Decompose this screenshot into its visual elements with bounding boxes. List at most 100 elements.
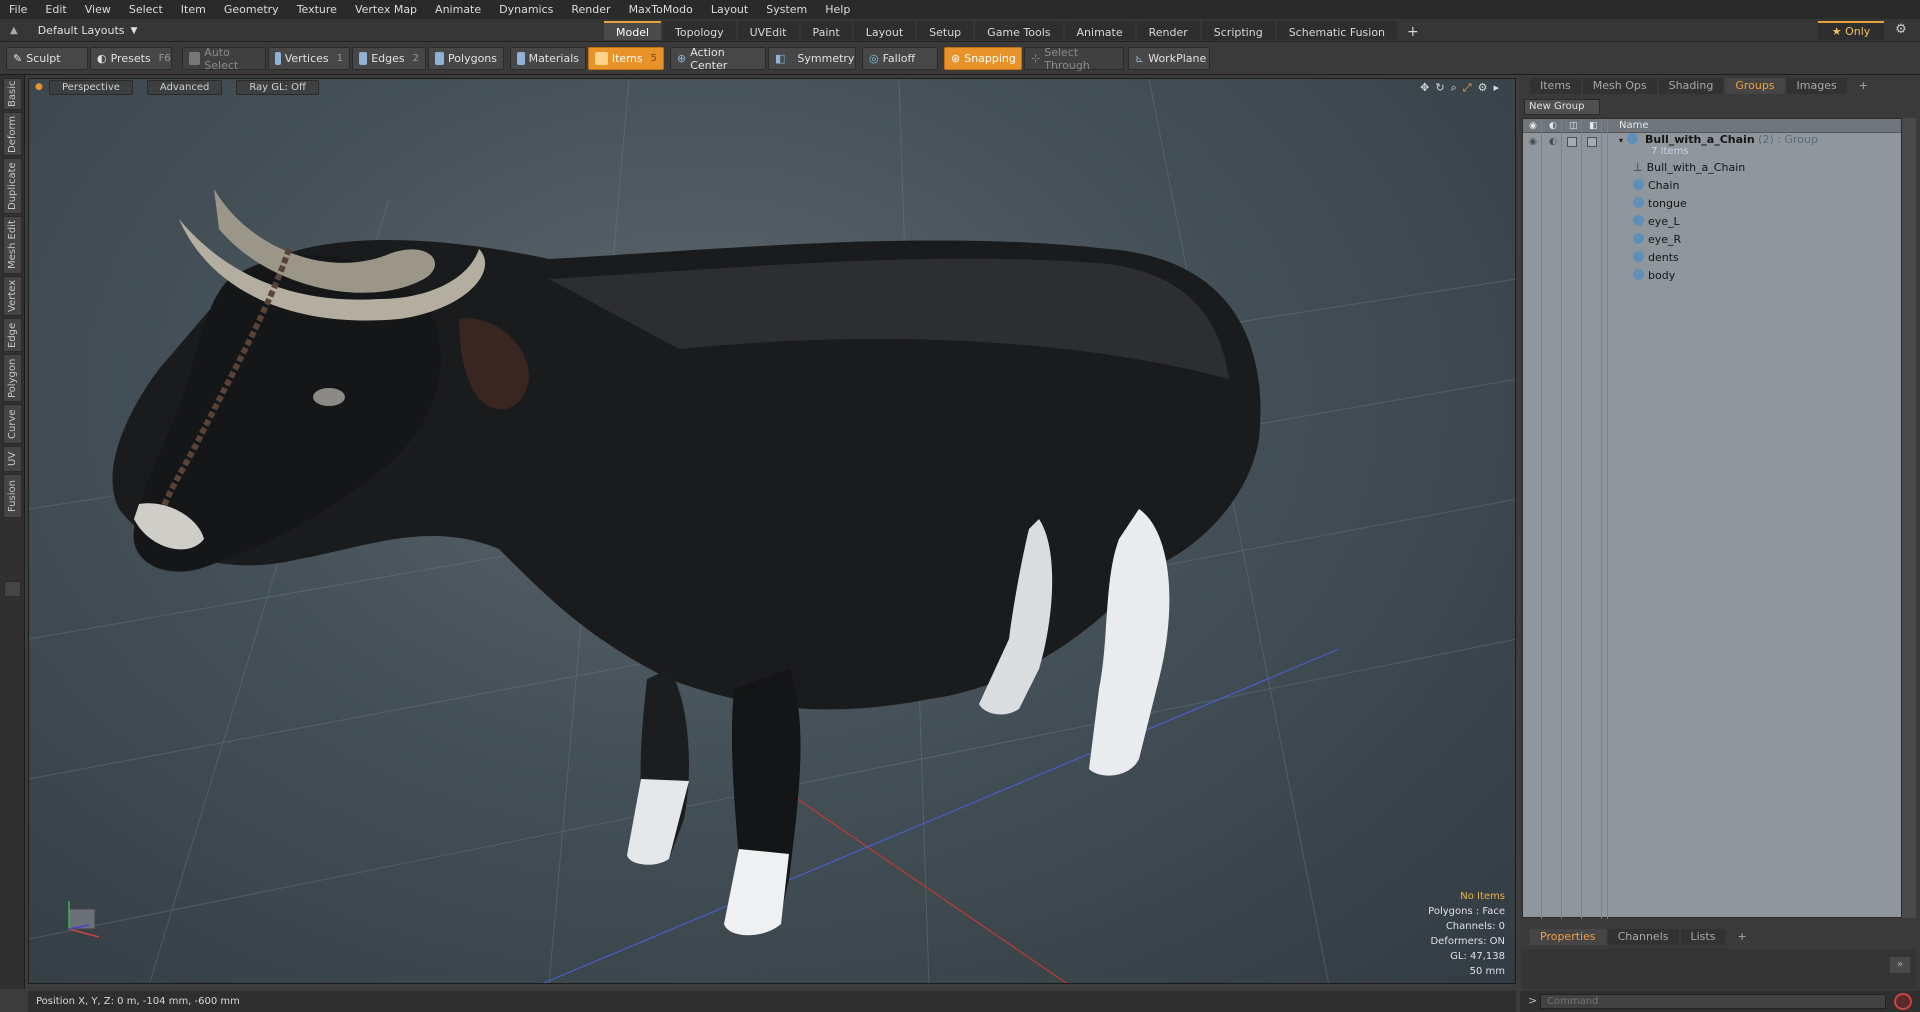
tree-scrollbar[interactable]: [1902, 118, 1916, 918]
tab-basic[interactable]: Basic: [3, 78, 22, 110]
tab-mesh-edit[interactable]: Mesh Edit: [3, 216, 22, 274]
presets-button[interactable]: ◐ Presets F6: [90, 47, 172, 70]
tab-animate[interactable]: Animate: [1064, 21, 1135, 40]
select-through-button[interactable]: ⊹ Select Through: [1024, 46, 1124, 72]
new-group-button[interactable]: New Group: [1524, 99, 1600, 115]
tab-uv[interactable]: UV: [3, 446, 22, 472]
add-panel-tab-button[interactable]: +: [1849, 78, 1878, 94]
snapping-button[interactable]: ⊛ Snapping: [944, 47, 1022, 70]
menu-help[interactable]: Help: [816, 0, 859, 19]
menu-select[interactable]: Select: [120, 0, 172, 19]
expand-arrow-icon[interactable]: ▾: [1619, 136, 1623, 145]
tab-fusion[interactable]: Fusion: [3, 474, 22, 518]
menu-animate[interactable]: Animate: [426, 0, 490, 19]
snapping-label: Snapping: [964, 52, 1016, 65]
tree-row-group[interactable]: ◉ ◐ ▾ Bull_with_a_Chain (2) : Group 7 It…: [1523, 133, 1901, 159]
view-perspective-dropdown[interactable]: Perspective: [49, 79, 133, 95]
tab-groups[interactable]: Groups: [1725, 78, 1785, 94]
viewport-gear-icon[interactable]: ⚙: [1478, 81, 1488, 95]
menu-edit[interactable]: Edit: [36, 0, 75, 19]
lock-checkbox[interactable]: [1567, 137, 1577, 147]
gear-icon[interactable]: ⚙: [1892, 22, 1910, 39]
select-checkbox[interactable]: [1587, 137, 1597, 147]
tab-uvedit[interactable]: UVEdit: [737, 21, 799, 40]
locator-icon: ⊥: [1633, 161, 1643, 174]
add-tab-button[interactable]: +: [1399, 21, 1427, 40]
brush-icon: ✎: [13, 52, 23, 65]
tab-items[interactable]: Items: [1530, 78, 1581, 94]
tab-scripting[interactable]: Scripting: [1201, 21, 1275, 40]
items-icon: [595, 52, 608, 65]
workplane-button[interactable]: ⊾ WorkPlane: [1128, 47, 1210, 70]
expand-arrow-icon[interactable]: »: [1890, 957, 1910, 973]
tree-row-item[interactable]: body: [1523, 267, 1901, 285]
edges-button[interactable]: Edges 2: [352, 47, 426, 70]
menu-maxtomodo[interactable]: MaxToModo: [620, 0, 702, 19]
materials-icon: [517, 52, 525, 65]
action-center-button[interactable]: ⊕ Action Center: [670, 46, 766, 72]
tab-channels[interactable]: Channels: [1607, 929, 1679, 945]
rotate-icon[interactable]: ↻: [1435, 81, 1444, 95]
sculpt-button[interactable]: ✎ Sculpt: [6, 47, 88, 70]
fit-icon[interactable]: ⤢: [1463, 81, 1472, 95]
tab-shading[interactable]: Shading: [1658, 78, 1724, 94]
viewport-menu-dot[interactable]: ●: [35, 82, 45, 92]
menu-view[interactable]: View: [76, 0, 120, 19]
tab-curve[interactable]: Curve: [3, 404, 22, 444]
tree-row-item[interactable]: tongue: [1523, 195, 1901, 213]
menu-file[interactable]: File: [0, 0, 36, 19]
tab-game-tools[interactable]: Game Tools: [975, 21, 1063, 40]
command-input[interactable]: [1540, 994, 1886, 1009]
items-button[interactable]: Items 5: [588, 47, 664, 70]
symmetry-button[interactable]: ◧ Symmetry: [768, 47, 856, 70]
view-style-dropdown[interactable]: Advanced: [146, 79, 223, 95]
tab-polygon[interactable]: Polygon: [3, 354, 22, 402]
menu-dynamics[interactable]: Dynamics: [490, 0, 562, 19]
tab-duplicate[interactable]: Duplicate: [3, 158, 22, 214]
zoom-icon[interactable]: ⌕: [1451, 81, 1457, 95]
menu-texture[interactable]: Texture: [288, 0, 346, 19]
tab-images[interactable]: Images: [1786, 78, 1847, 94]
menu-item[interactable]: Item: [172, 0, 215, 19]
menu-vertex-map[interactable]: Vertex Map: [346, 0, 426, 19]
render-toggle-icon[interactable]: ◐: [1549, 133, 1557, 151]
menu-layout[interactable]: Layout: [702, 0, 757, 19]
falloff-button[interactable]: ◎ Falloff: [862, 47, 938, 70]
panel-toggle-icon[interactable]: [4, 581, 21, 597]
add-properties-tab-button[interactable]: +: [1727, 929, 1756, 945]
tab-layout[interactable]: Layout: [853, 21, 916, 40]
polygons-button[interactable]: Polygons: [428, 47, 504, 70]
auto-select-button[interactable]: Auto Select: [182, 46, 266, 72]
tree-row-item[interactable]: ⊥ Bull_with_a_Chain: [1523, 159, 1901, 177]
info-deformers: Deformers: ON: [1430, 936, 1505, 947]
tree-row-item[interactable]: Chain: [1523, 177, 1901, 195]
tab-render[interactable]: Render: [1136, 21, 1200, 40]
tab-deform[interactable]: Deform: [3, 112, 22, 156]
menu-geometry[interactable]: Geometry: [215, 0, 288, 19]
materials-button[interactable]: Materials: [510, 47, 586, 70]
menu-system[interactable]: System: [757, 0, 816, 19]
only-button[interactable]: ★ Only: [1818, 21, 1884, 40]
tab-schematic-fusion[interactable]: Schematic Fusion: [1276, 21, 1398, 40]
tab-model[interactable]: Model: [604, 21, 662, 40]
tree-row-item[interactable]: dents: [1523, 249, 1901, 267]
tab-setup[interactable]: Setup: [917, 21, 974, 40]
tab-edge[interactable]: Edge: [3, 318, 22, 352]
tab-properties[interactable]: Properties: [1530, 929, 1606, 945]
vertices-button[interactable]: Vertices 1: [268, 47, 350, 70]
record-icon[interactable]: [1894, 993, 1912, 1010]
menu-render[interactable]: Render: [562, 0, 619, 19]
tab-paint[interactable]: Paint: [800, 21, 852, 40]
tab-lists[interactable]: Lists: [1680, 929, 1726, 945]
tab-mesh-ops[interactable]: Mesh Ops: [1582, 78, 1657, 94]
visibility-eye-icon[interactable]: ◉: [1529, 133, 1537, 151]
viewport-expand-icon[interactable]: ▸: [1493, 81, 1499, 95]
tab-topology[interactable]: Topology: [663, 21, 736, 40]
3d-viewport[interactable]: ● Perspective Advanced Ray GL: Off ✥ ↻ ⌕…: [28, 78, 1516, 984]
raygl-toggle[interactable]: Ray GL: Off: [236, 79, 319, 95]
tree-row-item[interactable]: eye_R: [1523, 231, 1901, 249]
pan-icon[interactable]: ✥: [1420, 81, 1429, 95]
tab-vertex[interactable]: Vertex: [3, 276, 22, 316]
tree-row-item[interactable]: eye_L: [1523, 213, 1901, 231]
layout-dropdown[interactable]: ▲ Default Layouts ▼: [10, 22, 137, 39]
